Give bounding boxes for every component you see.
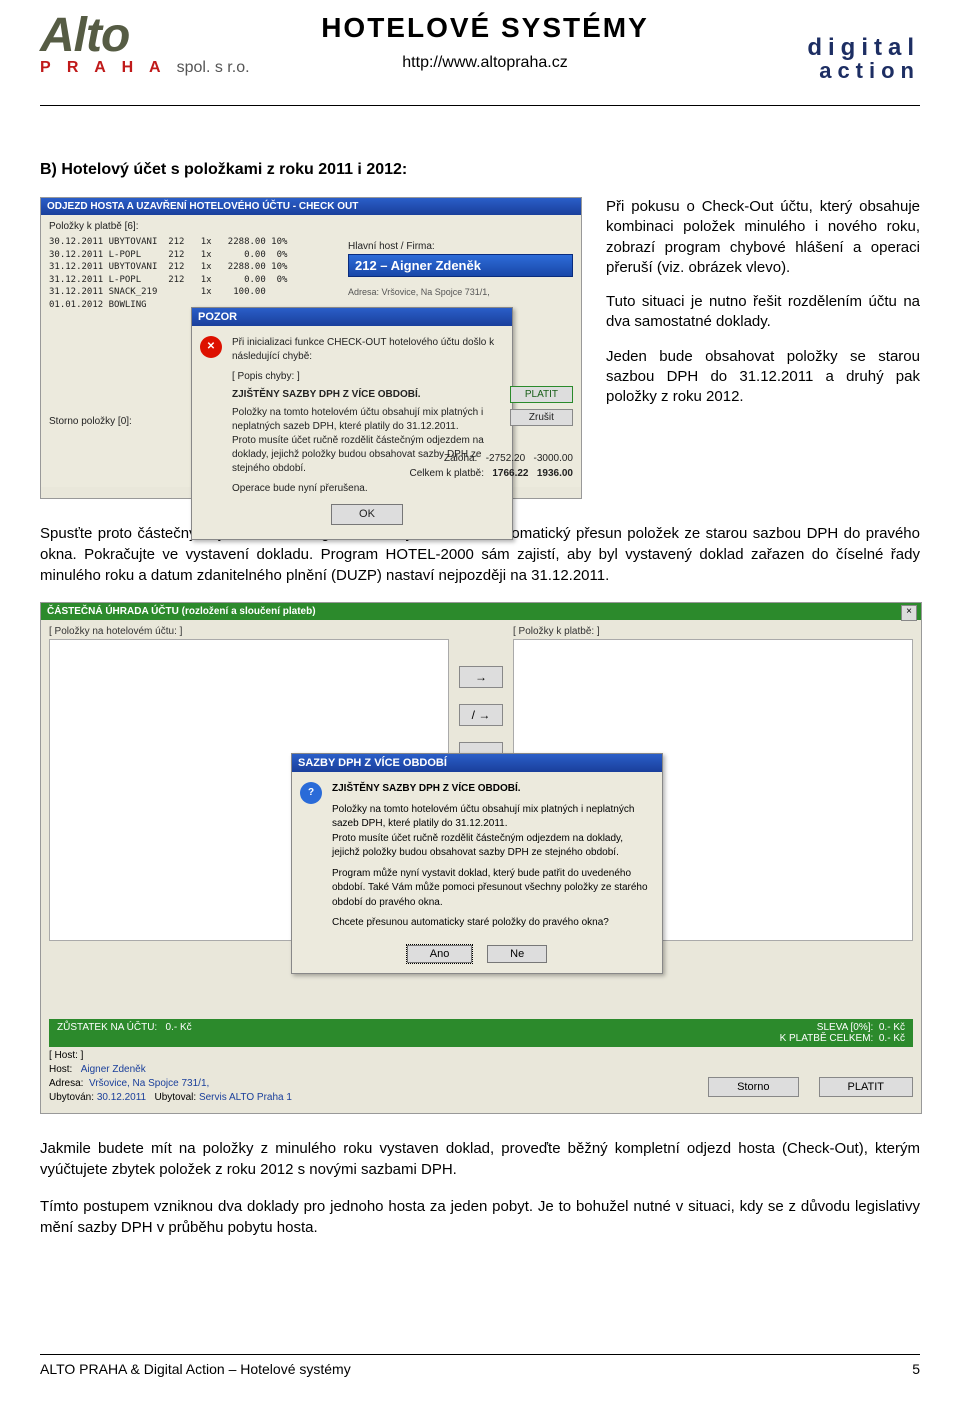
error-heading: ZJIŠTĚNY SAZBY DPH Z VÍCE OBDOBÍ. [232, 388, 502, 402]
error-dialog: POZOR ✕ Při inicializaci funkce CHECK-OU… [191, 307, 513, 540]
move-right-button[interactable]: → [459, 666, 503, 688]
host-info: [ Host: ] Host: Aigner Zdeněk Adresa: Vr… [49, 1049, 292, 1105]
close-icon[interactable]: × [901, 605, 917, 621]
logo-da-line2: action [819, 58, 920, 83]
section-b-heading: B) Hotelový účet s položkami z roku 2011… [40, 161, 920, 179]
storno-label: Storno položky [0]: [49, 416, 132, 427]
question-icon: ? [300, 782, 322, 804]
zaloha-label: Záloha: [444, 453, 477, 464]
balance-value: 0.- Kč [166, 1022, 192, 1033]
celkem-v2: 1936.00 [537, 468, 573, 479]
paragraph-2: Jakmile budete mít na položky z minulého… [40, 1138, 920, 1180]
footer-text: ALTO PRAHA & Digital Action – Hotelové s… [40, 1361, 351, 1377]
host-v2: Vršovice, Na Spojce 731/1, [89, 1078, 209, 1089]
topay-value: 0.- Kč [879, 1033, 905, 1044]
header-link: http://www.altopraha.cz [250, 54, 720, 72]
items-label: Položky k platbě [6]: [49, 221, 573, 232]
vat-dialog-head: ZJIŠTĚNY SAZBY DPH Z VÍCE OBDOBÍ. [332, 782, 652, 797]
ok-button[interactable]: OK [331, 504, 403, 525]
page-footer: ALTO PRAHA & Digital Action – Hotelové s… [40, 1354, 920, 1377]
storno-button[interactable]: Storno [708, 1077, 798, 1097]
platit-button[interactable]: PLATIT [510, 386, 573, 403]
side-p2: Tuto situaci je nutno řešit rozdělením ú… [606, 292, 920, 333]
platit-button-2[interactable]: PLATIT [819, 1077, 913, 1097]
no-button[interactable]: Ne [487, 945, 547, 963]
host-v1: Aigner Zdeněk [81, 1064, 146, 1075]
zrusit-button[interactable]: Zrušit [510, 409, 573, 426]
host-l4: Ubytoval: [154, 1092, 196, 1103]
logo-da-line1: digital [720, 36, 920, 60]
host-v3: 30.12.2011 [97, 1092, 146, 1103]
vat-dialog-title: SAZBY DPH Z VÍCE OBDOBÍ [292, 754, 662, 772]
green-status-bar: ZŮSTATEK NA ÚČTU: 0.- Kč SLEVA [0%]: 0.-… [49, 1019, 913, 1047]
guest-addr-value: Vršovice, Na Spojce 731/1, [382, 287, 490, 297]
yes-button[interactable]: Ano [407, 945, 473, 963]
guest-box: Hlavní host / Firma: 212 – Aigner Zdeněk… [348, 241, 573, 297]
page-title: HOTELOVÉ SYSTÉMY [250, 12, 720, 44]
vat-dialog-p2: Proto musíte účet ručně rozdělit částečn… [332, 832, 652, 861]
summary-box: Záloha: -2752.20 -3000.00 Celkem k platb… [410, 451, 573, 481]
side-text: Při pokusu o Check-Out účtu, který obsah… [606, 197, 920, 499]
logo-digital-action: digital action [720, 10, 920, 83]
zaloha-v2: -3000.00 [534, 453, 573, 464]
error-popis-label: [ Popis chyby: ] [232, 370, 502, 384]
left-pane-label: [ Položky na hotelovém účtu: ] [49, 626, 449, 637]
side-p3: Jeden bude obsahovat položky se starou s… [606, 347, 920, 408]
logo-alto-text: Alto [40, 14, 250, 57]
host-l1: Host: [49, 1064, 72, 1075]
right-pane-label: [ Položky k platbě: ] [513, 626, 913, 637]
celkem-label: Celkem k platbě: [410, 468, 484, 479]
discount-label: SLEVA [0%]: [817, 1022, 874, 1033]
page-header: Alto P R A H A spol. s r.o. HOTELOVÉ SYS… [40, 10, 920, 105]
guest-label: Hlavní host / Firma: [348, 241, 573, 252]
error-p3: Operace bude nyní přerušena. [232, 482, 502, 496]
vat-dialog-question: Chcete přesunou automaticky staré položk… [332, 916, 652, 931]
topay-label: K PLATBĚ CELKEM: [780, 1033, 874, 1044]
zaloha-v1: -2752.20 [486, 453, 525, 464]
host-l3: Ubytován: [49, 1092, 94, 1103]
header-center: HOTELOVÉ SYSTÉMY http://www.altopraha.cz [250, 10, 720, 72]
logo-spol-text: spol. s r.o. [177, 59, 250, 77]
vat-dialog-p1: Položky na tomto hotelovém účtu obsahují… [332, 803, 652, 832]
error-dialog-title: POZOR [192, 308, 512, 326]
error-intro: Při inicializaci funkce CHECK-OUT hotelo… [232, 336, 502, 364]
host-l2: Adresa: [49, 1078, 83, 1089]
logo-praha-text: P R A H A [40, 59, 167, 77]
vat-dialog-p3: Program může nyní vystavit doklad, který… [332, 867, 652, 911]
side-p1: Při pokusu o Check-Out účtu, který obsah… [606, 197, 920, 278]
window-title: ODJEZD HOSTA A UZAVŘENÍ HOTELOVÉHO ÚČTU … [41, 198, 581, 215]
celkem-v1: 1766.22 [492, 468, 528, 479]
discount-value: 0.- Kč [879, 1022, 905, 1033]
window2-title: ČÁSTEČNÁ ÚHRADA ÚČTU (rozložení a slouče… [41, 603, 921, 620]
error-icon: ✕ [200, 336, 222, 358]
header-rule [40, 105, 920, 106]
screenshot-partial-payment: ČÁSTEČNÁ ÚHRADA ÚČTU (rozložení a slouče… [40, 602, 922, 1114]
move-all-button[interactable]: / → [459, 704, 503, 726]
page-number: 5 [912, 1361, 920, 1377]
screenshot-checkout: ODJEZD HOSTA A UZAVŘENÍ HOTELOVÉHO ÚČTU … [40, 197, 582, 499]
vat-dialog: SAZBY DPH Z VÍCE OBDOBÍ ? ZJIŠTĚNY SAZBY… [291, 753, 663, 974]
paragraph-3: Tímto postupem vzniknou dva doklady pro … [40, 1196, 920, 1238]
host-heading: [ Host: ] [49, 1049, 292, 1063]
error-p1: Položky na tomto hotelovém účtu obsahují… [232, 406, 502, 434]
host-v4: Servis ALTO Praha 1 [199, 1092, 292, 1103]
balance-label: ZŮSTATEK NA ÚČTU: [57, 1022, 157, 1033]
guest-name: 212 – Aigner Zdeněk [348, 254, 573, 277]
guest-addr-label: Adresa: [348, 287, 379, 297]
logo-alto: Alto P R A H A spol. s r.o. [40, 10, 250, 77]
